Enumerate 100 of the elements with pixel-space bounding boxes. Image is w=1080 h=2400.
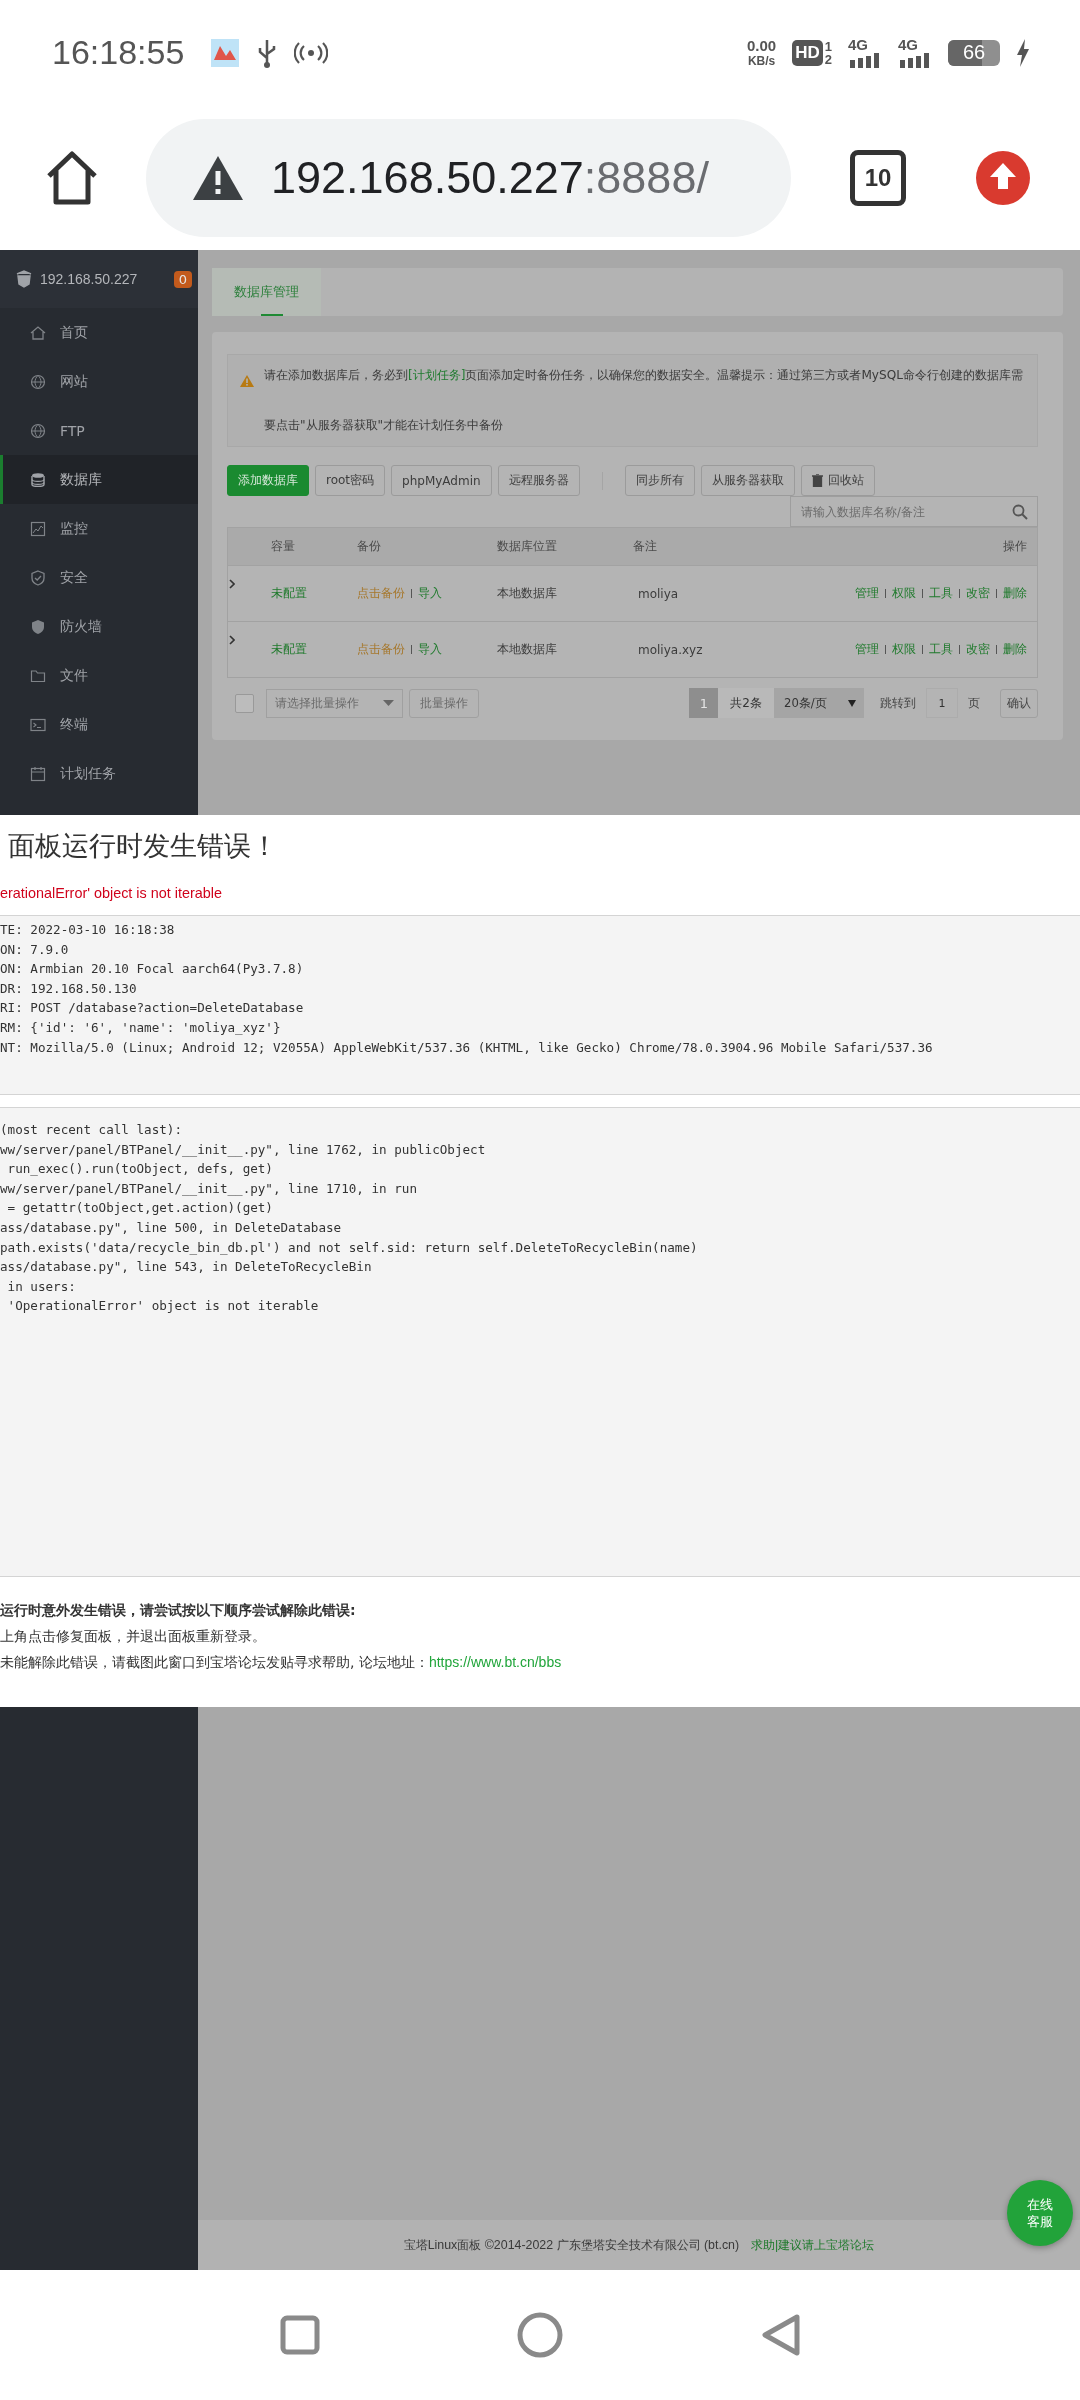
sidebar-item[interactable]: 终端 [0, 700, 198, 749]
action-link[interactable]: 改密 [966, 585, 990, 602]
notification-badge[interactable]: 0 [173, 270, 192, 288]
notice-text: 请在添加数据库后，务必到[计划任务]页面添加定时备份任务，以确保您的数据安全。温馨提示：通过第三方或者MySQL命令行创建的数据库需要点击"从服务器获取"才能在计划任务中备份 [264, 367, 1024, 434]
sim-number: 2 [824, 52, 832, 66]
table-cell-text: moliya.xyz [637, 642, 704, 657]
toolbar-button[interactable]: 从服务器获取 [700, 465, 795, 496]
toolbar-button[interactable]: 远程服务器 [497, 465, 580, 496]
online-support-button[interactable]: 在线客服 [1007, 2180, 1073, 2246]
chevron-right-icon[interactable] [229, 579, 235, 589]
sidebar-item[interactable]: 数据库 [0, 455, 198, 504]
table-cell-text: 未配置 [271, 585, 308, 602]
error-title: 面板运行时发生错误！ [7, 829, 279, 863]
forum-link[interactable]: 求助|建议请上宝塔论坛 [751, 2236, 875, 2254]
search-field[interactable]: 请输入数据库名称/备注 [790, 496, 1038, 527]
table-cell-text: 本地数据库 [497, 641, 558, 658]
database-icon [30, 471, 46, 488]
clock-time: 16:18:55 [52, 33, 185, 72]
select-all-checkbox[interactable] [235, 693, 254, 713]
backup-link[interactable]: 点击备份 [357, 641, 405, 658]
column-header: 备注 [633, 538, 658, 555]
charging-bolt-icon [1016, 38, 1030, 67]
back-icon[interactable] [760, 2313, 802, 2357]
sidebar-item[interactable]: FTP [0, 406, 198, 455]
action-link[interactable]: 管理 [855, 585, 879, 602]
chevron-right-icon[interactable] [229, 635, 235, 645]
code-line: ON: 7.9.0 [0, 940, 70, 959]
action-link[interactable]: 改密 [966, 641, 990, 658]
warning-icon [240, 375, 254, 387]
action-link[interactable]: 权限 [892, 585, 916, 602]
shield-icon [30, 618, 46, 635]
column-header: 备份 [357, 538, 382, 555]
globe-icon [30, 422, 46, 439]
code-line: ass/database.py", line 543, in DeleteToRecycleBin [0, 1258, 373, 1277]
code-line: TE: 2022-03-10 16:18:38 [0, 921, 176, 939]
search-icon [1012, 504, 1028, 520]
folder-icon [30, 667, 46, 684]
action-link[interactable]: 管理 [855, 641, 879, 658]
server-address: 192.168.50.227 [40, 271, 139, 287]
page-size-select[interactable]: 20条/页 [774, 688, 864, 718]
recent-apps-icon[interactable] [280, 2315, 320, 2355]
hd-voice-badge: HD [792, 39, 823, 66]
sidebar-item[interactable]: 监控 [0, 504, 198, 553]
sidebar-item[interactable]: 网站 [0, 357, 198, 406]
sidebar-item[interactable]: 计划任务 [0, 749, 198, 798]
picture-icon [210, 37, 241, 68]
help-text: 未能解除此错误，请截图此窗口到宝塔论坛发贴寻求帮助, 论坛地址：https://www.bt.cn/bbs [0, 1653, 563, 1672]
action-link[interactable]: 工具 [929, 641, 953, 658]
column-header: 操作 [1003, 538, 1027, 555]
toolbar-button[interactable]: 同步所有 [624, 465, 695, 496]
page-number[interactable]: 1 [689, 688, 719, 718]
error-message: erationalError' object is not iterable [0, 885, 223, 901]
tab[interactable]: 数据库管理 [212, 268, 321, 316]
toolbar-button[interactable]: phpMyAdmin [391, 465, 492, 496]
code-line: = getattr(toObject,get.action)(get) [6, 1199, 274, 1218]
batch-action-select[interactable]: 请选择批量操作 [266, 688, 403, 718]
shield-icon [30, 569, 46, 586]
help-text: 上角点击修复面板，并退出面板重新登录。 [0, 1627, 267, 1646]
page-input[interactable]: 1 [926, 688, 958, 718]
toolbar-button[interactable]: 添加数据库 [227, 465, 309, 496]
table-cell-text: 本地数据库 [497, 585, 558, 602]
code-line: NT: Mozilla/5.0 (Linux; Android 12; V2055A) AppleWebKit/537.36 (KHTML, like Gecko) Chrome/78.0.3904.96 Mobile Safari/537.36 [0, 1038, 934, 1057]
code-line: ON: Armbian 20.10 Focal aarch64(Py3.7.8) [0, 960, 305, 979]
home-circle-icon[interactable] [517, 2312, 563, 2358]
sidebar-item[interactable]: 安全 [0, 553, 198, 602]
sidebar-item[interactable]: 首页 [0, 308, 198, 357]
action-link[interactable]: 删除 [1003, 585, 1027, 602]
sidebar-item[interactable]: 文件 [0, 651, 198, 700]
code-line: run_exec().run(toObject, defs, get) [6, 1160, 274, 1179]
battery-indicator: 66 [948, 39, 1000, 66]
batch-action-button[interactable]: 批量操作 [409, 688, 479, 718]
code-line: (most recent call last): [0, 1121, 183, 1139]
import-link[interactable]: 导入 [418, 641, 442, 658]
scheduled-tasks-link[interactable]: [计划任务] [408, 368, 466, 382]
table-cell-text: 未配置 [271, 641, 308, 658]
tower-logo-icon [16, 270, 32, 288]
import-link[interactable]: 导入 [418, 585, 442, 602]
action-link[interactable]: 权限 [892, 641, 916, 658]
chart-icon [30, 520, 46, 537]
home-icon [30, 324, 46, 341]
action-link[interactable]: 工具 [929, 585, 953, 602]
hotspot-icon [294, 40, 329, 65]
action-link[interactable]: 删除 [1003, 641, 1027, 658]
signal-icon [848, 52, 882, 68]
backup-link[interactable]: 点击备份 [357, 585, 405, 602]
forum-url-link[interactable]: https://www.bt.cn/bbs [428, 1654, 562, 1670]
calendar-icon [30, 765, 46, 782]
signal-icon [898, 52, 932, 68]
tab-count-button[interactable]: 10 [850, 149, 906, 206]
toolbar-button[interactable]: 回收站 [800, 465, 875, 496]
network-type: 4G [848, 37, 868, 52]
sidebar-item[interactable]: 防火墙 [0, 602, 198, 651]
code-line: ww/server/panel/BTPanel/__init__.py", line 1762, in publicObject [0, 1140, 487, 1159]
code-line: ww/server/panel/BTPanel/__init__.py", line 1710, in run [0, 1179, 418, 1198]
address-bar[interactable]: 192.168.50.227:8888/ [146, 118, 791, 237]
jump-label: 跳转到 [880, 694, 916, 712]
column-header: 数据库位置 [497, 538, 558, 555]
confirm-button[interactable]: 确认 [1000, 688, 1038, 718]
code-line: ass/database.py", line 500, in DeleteDatabase [0, 1218, 343, 1237]
toolbar-button[interactable]: root密码 [315, 465, 386, 496]
